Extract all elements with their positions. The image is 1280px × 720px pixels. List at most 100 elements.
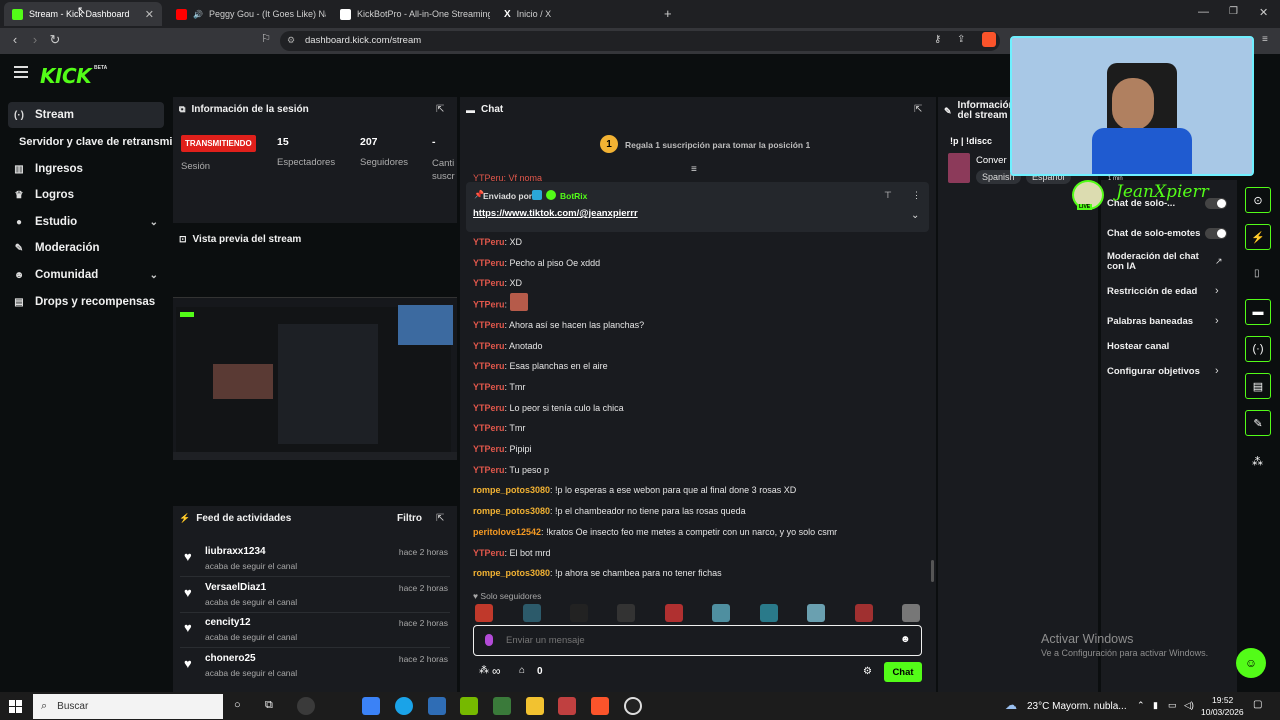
reload-icon[interactable]: ↻ [45, 32, 65, 48]
send-chat-button[interactable]: Chat [884, 662, 922, 682]
chat-emote[interactable] [509, 293, 528, 312]
bolt-icon[interactable]: ⚡ [1245, 224, 1271, 250]
gift-icon[interactable]: ⌂ [519, 665, 525, 676]
chat-username[interactable]: rompe_potos3080 [473, 485, 550, 495]
chevron-down-icon[interactable]: ⌄ [150, 217, 158, 228]
back-icon[interactable]: ‹ [5, 32, 25, 47]
sidebar-item-logros[interactable]: ♛ Logros [8, 182, 164, 208]
emote-item[interactable] [902, 604, 920, 622]
brave-icon[interactable] [591, 697, 609, 715]
obs-icon[interactable] [624, 697, 642, 715]
mic-tray-icon[interactable]: ▮ [1153, 700, 1158, 711]
folder-icon[interactable] [526, 697, 544, 715]
chat-username[interactable]: YTPeru [473, 444, 505, 454]
restore-icon[interactable]: ❐ [1229, 6, 1238, 17]
gift-leaderboard-text[interactable]: Regala 1 suscripción para tomar la posic… [625, 140, 810, 150]
cortana-icon[interactable]: ○ [234, 699, 241, 711]
pinned-link[interactable]: https://www.tiktok.com/@jeanxpierrr [473, 208, 638, 219]
emote-item[interactable] [665, 604, 683, 622]
clock-date[interactable]: 10/03/2026 [1201, 707, 1244, 717]
chevron-right-icon[interactable]: › [1215, 285, 1219, 297]
camera-icon[interactable]: ⊙ [1245, 187, 1271, 213]
chat-username[interactable]: YTPeru [473, 382, 505, 392]
sidebar-item-stream[interactable]: (·) Stream [8, 102, 164, 128]
emote-item[interactable] [712, 604, 730, 622]
brave-shield-icon[interactable] [982, 32, 996, 47]
feed-user[interactable]: liubraxx1234 [205, 546, 266, 557]
clock-time[interactable]: 19:52 [1212, 695, 1233, 705]
filter-button[interactable]: Filtro [397, 513, 422, 524]
chat-username[interactable]: rompe_potos3080 [473, 568, 550, 578]
mail-icon[interactable] [428, 697, 446, 715]
share-icon[interactable]: ⇪ [957, 34, 965, 45]
points-icon[interactable]: ⁂ [1252, 455, 1263, 468]
taskbar-search[interactable]: ⌕ Buscar [33, 694, 223, 719]
support-chat-icon[interactable]: ☺ [1236, 648, 1266, 678]
gear-icon[interactable]: ⚙ [863, 666, 872, 677]
close-tab-icon[interactable]: ✕ [145, 8, 154, 21]
sidebar-item-estudio[interactable]: ● Estudio ⌄ [8, 209, 164, 235]
app-icon[interactable] [297, 697, 315, 715]
pinned-bot-name[interactable]: BotRix [560, 191, 587, 201]
chat-username[interactable]: YTPeru [473, 237, 505, 247]
key-icon[interactable]: ⚷ [934, 34, 941, 45]
chat-username[interactable]: YTPeru [473, 258, 505, 268]
feed-user[interactable]: cencity12 [205, 617, 251, 628]
option-banned-words[interactable]: Palabras baneadas [1107, 316, 1225, 327]
chat-username[interactable]: YTPeru [473, 423, 505, 433]
network-icon[interactable]: ▭ [1168, 700, 1177, 711]
external-link-icon[interactable]: ↗ [1215, 256, 1223, 267]
chevron-down-icon[interactable]: ⌄ [150, 270, 158, 281]
mic-icon[interactable] [485, 634, 493, 646]
task-view-icon[interactable]: ⧉ [265, 699, 273, 712]
expand-icon[interactable]: ⇱ [914, 104, 922, 115]
chat-username[interactable]: YTPeru [473, 278, 505, 288]
emoji-icon[interactable]: ☻ [900, 634, 911, 645]
tray-chevron-icon[interactable]: ⌃ [1137, 700, 1145, 711]
volume-icon[interactable]: ◁) [1184, 700, 1194, 711]
expand-icon[interactable]: ⇱ [436, 104, 444, 115]
collapse-icon[interactable]: ≡ [691, 164, 697, 175]
clipboard-icon[interactable]: ▯ [1254, 268, 1260, 279]
emote-item[interactable] [475, 604, 493, 622]
chat-username[interactable]: YTPeru [473, 361, 505, 371]
new-tab-button[interactable]: + [664, 6, 672, 21]
option-age-restriction[interactable]: Restricción de edad [1107, 286, 1225, 297]
emote-item[interactable] [807, 604, 825, 622]
chat-username[interactable]: YTPeru [473, 548, 505, 558]
more-options-icon[interactable]: ⋮ [912, 190, 921, 201]
sidebar-item-comunidad[interactable]: ☻ Comunidad ⌄ [8, 262, 164, 288]
category-name[interactable]: Conver [976, 155, 1007, 166]
option-goals[interactable]: Configurar objetivos [1107, 366, 1225, 377]
bookmark-icon[interactable]: ⚐ [256, 32, 276, 45]
emote-item[interactable] [570, 604, 588, 622]
game-icon[interactable] [493, 697, 511, 715]
chat-bubble-icon[interactable]: ▬ [1245, 299, 1271, 325]
menu-icon[interactable]: ≡ [1262, 34, 1268, 45]
pin-toggle-icon[interactable]: ⊤ [884, 190, 892, 201]
forward-icon[interactable]: › [25, 32, 45, 47]
sidebar-item-server-key[interactable]: Servidor y clave de retransmisión [14, 129, 172, 155]
emote-item[interactable] [760, 604, 778, 622]
nvidia-icon[interactable] [460, 697, 478, 715]
points-icon[interactable]: ⁂ [479, 665, 489, 676]
chat-username[interactable]: YTPeru [473, 299, 505, 309]
emote-item[interactable] [855, 604, 873, 622]
tab-youtube[interactable]: 🔊 Peggy Gou - (It Goes Like) NaNa [168, 2, 326, 26]
sidebar-item-ingresos[interactable]: ▥ Ingresos [8, 156, 164, 182]
broadcast-icon[interactable]: (·) [1245, 336, 1271, 362]
site-info-icon[interactable]: ⚙ [287, 35, 295, 46]
close-window-icon[interactable]: ✕ [1259, 6, 1268, 19]
option-ai-moderation[interactable]: Moderación del chat con IA [1107, 252, 1217, 272]
option-host-channel[interactable]: Hostear canal [1107, 341, 1225, 352]
sidebar-item-drops[interactable]: ▤ Drops y recompensas [8, 289, 164, 315]
sidebar-item-moderacion[interactable]: ✎ Moderación [8, 235, 164, 261]
chat-username[interactable]: YTPeru [473, 320, 505, 330]
stream-preview-video[interactable] [173, 297, 457, 460]
chat-username[interactable]: peritolove12542 [473, 527, 541, 537]
tab-x[interactable]: X Inicio / X [496, 2, 654, 26]
expand-icon[interactable]: ⇱ [436, 513, 444, 524]
chat-username[interactable]: rompe_potos3080 [473, 506, 550, 516]
store-icon[interactable] [362, 697, 380, 715]
chat-username[interactable]: YTPeru [473, 403, 505, 413]
